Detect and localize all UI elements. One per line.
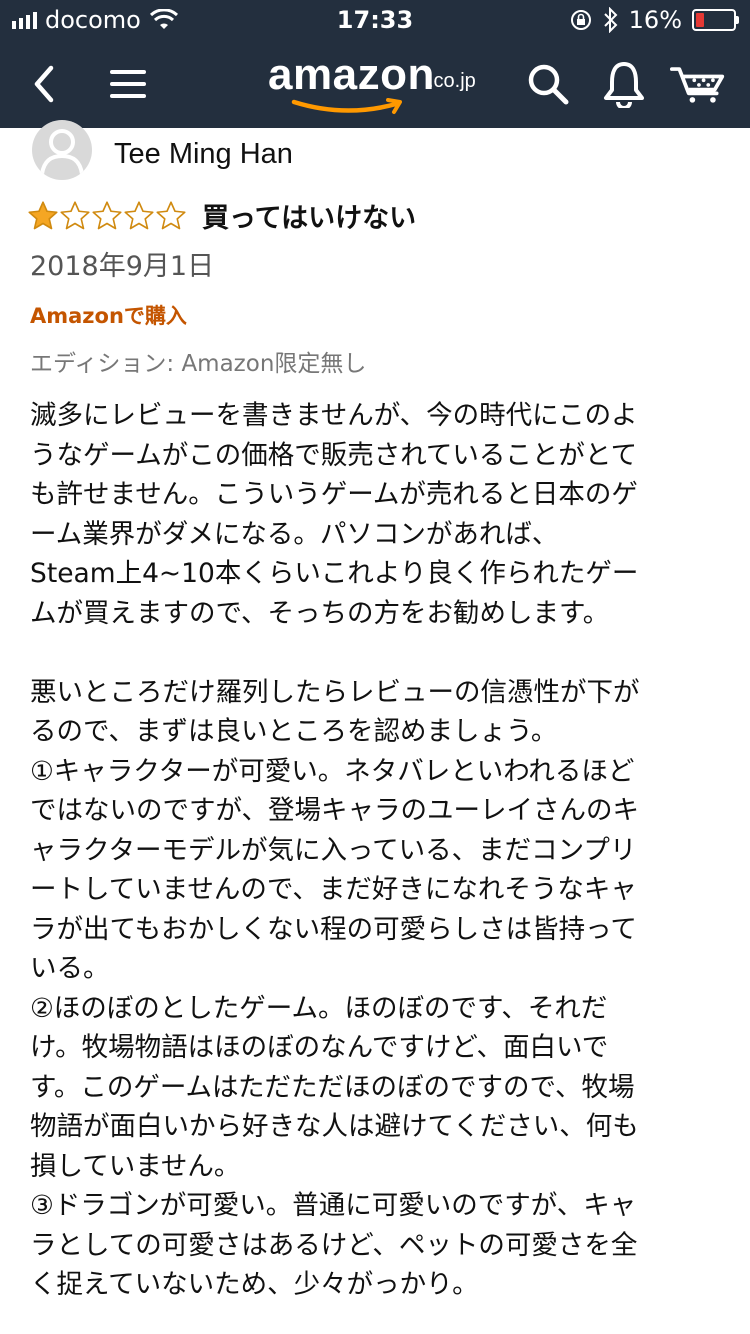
menu-button[interactable] bbox=[100, 56, 156, 112]
amazon-logo[interactable]: amazon .co.jp bbox=[268, 50, 488, 120]
review-body: 滅多にレビューを書きませんが、今の時代にこのよ うなゲームがこの価格で販売されてい… bbox=[30, 396, 730, 1305]
status-bar: docomo 17:33 16% bbox=[0, 0, 750, 42]
logo-wordmark: amazon bbox=[268, 50, 435, 99]
bell-icon bbox=[604, 62, 644, 108]
review-body-line: ラとしての可愛さはあるけど、ペットの可愛さを全 bbox=[30, 1229, 638, 1261]
bluetooth-icon bbox=[603, 7, 618, 33]
review-body-line: 物語が面白いから好きな人は避けてください、何も bbox=[30, 1111, 639, 1142]
battery-icon bbox=[692, 9, 739, 31]
review-body-line: 滅多にレビューを書きませんが、今の時代にこのよ bbox=[30, 400, 638, 431]
review-body-line: 損していません。 bbox=[30, 1150, 241, 1182]
cart-button[interactable] bbox=[670, 56, 726, 112]
review-body-line: いる。 bbox=[30, 953, 110, 984]
notifications-button[interactable] bbox=[596, 56, 652, 112]
top-bar: docomo 17:33 16% amazon .co.jp bbox=[0, 0, 750, 128]
review-body-line: ーム業界がダメになる。パソコンがあれば、 bbox=[30, 518, 559, 550]
edition-label: エディション: Amazon限定無し bbox=[30, 351, 367, 377]
navigation-bar: amazon .co.jp bbox=[0, 42, 750, 128]
search-icon bbox=[528, 64, 569, 105]
review-body-line: ②ほのぼのとしたゲーム。ほのぼのです、それだ bbox=[30, 992, 608, 1024]
back-button[interactable] bbox=[16, 56, 72, 112]
review-body-line: ートしていませんので、まだ好きになれそうなキャ bbox=[30, 874, 637, 905]
star-filled-icon bbox=[28, 200, 58, 229]
review-body-line: け。牧場物語はほのぼのなんですけど、面白いで bbox=[30, 1032, 609, 1063]
review-body-line: ①キャラクターが可愛い。ネタバレといわれるほど bbox=[30, 755, 635, 787]
cart-icon bbox=[670, 67, 725, 103]
user-silhouette-icon bbox=[40, 129, 84, 175]
battery-percent: 16% bbox=[628, 6, 682, 34]
review-body-line: 悪いところだけ羅列したらレビューの信憑性が下が bbox=[30, 676, 640, 708]
review-body-line: ムが買えますので、そっちの方をお勧めします。 bbox=[30, 597, 610, 629]
review-body-line: Steam上4~10本くらいこれより良く作られたゲー bbox=[30, 558, 639, 589]
review-body-line: ャラクターモデルが気に入っている、まだコンプリ bbox=[30, 834, 637, 866]
avatar bbox=[32, 120, 92, 180]
chevron-left-icon bbox=[34, 65, 54, 103]
star-empty-icon bbox=[156, 200, 186, 229]
review-body-line: も許せません。こういうゲームが売れると日本のゲ bbox=[30, 479, 638, 510]
review-body-line: ではないのですが、登場キャラのユーレイさんのキ bbox=[30, 795, 639, 826]
star-empty-icon bbox=[124, 200, 154, 229]
review-body-line: ③ドラゴンが可愛い。普通に可愛いのですが、キャ bbox=[30, 1190, 637, 1221]
logo-domain: .co.jp bbox=[428, 70, 476, 92]
review-body-line: く捉えていないため、少々がっかり。 bbox=[30, 1269, 479, 1300]
rotation-lock-icon bbox=[570, 10, 591, 30]
review-body-line: ラが出てもおかしくない程の可愛らしさは皆持って bbox=[30, 913, 637, 945]
smile-arrow-icon bbox=[291, 98, 402, 114]
review-title: 買ってはいけない bbox=[202, 203, 417, 234]
verified-purchase-badge: Amazonで購入 bbox=[30, 304, 187, 328]
rating-row: 買ってはいけない bbox=[28, 196, 416, 235]
review-body-line bbox=[30, 633, 730, 673]
review-body-line: す。このゲームはただただほのぼのですので、牧場 bbox=[30, 1071, 635, 1103]
review-body-line: るので、まずは良いところを認めましょう。 bbox=[30, 716, 558, 747]
hamburger-menu-icon bbox=[110, 70, 146, 98]
reviewer-profile[interactable]: Tee Ming Han bbox=[32, 120, 293, 180]
review-date: 2018年9月1日 bbox=[30, 251, 215, 282]
review-body-line: うなゲームがこの価格で販売されていることがとて bbox=[30, 439, 638, 471]
reviewer-name: Tee Ming Han bbox=[114, 137, 293, 170]
star-rating bbox=[28, 200, 186, 231]
search-button[interactable] bbox=[520, 56, 576, 112]
star-empty-icon bbox=[92, 200, 122, 229]
star-empty-icon bbox=[60, 200, 90, 229]
